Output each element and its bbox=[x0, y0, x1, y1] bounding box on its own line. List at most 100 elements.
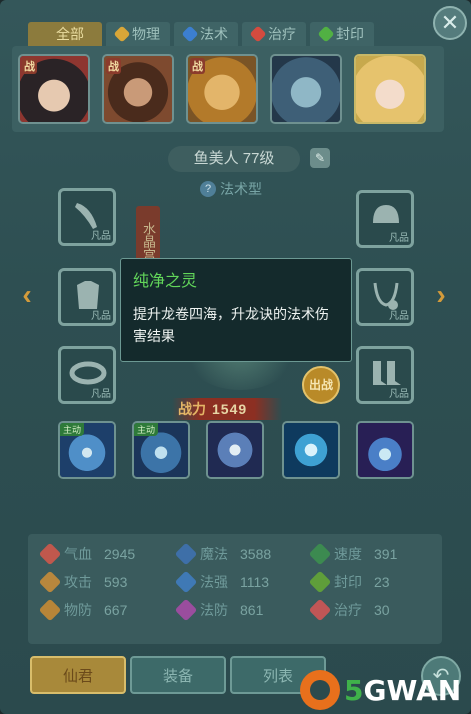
tab-label: 封印 bbox=[336, 26, 364, 42]
skill-slot[interactable]: 主动 bbox=[58, 421, 116, 479]
stat-label: 魔法 bbox=[200, 546, 228, 562]
seal-icon bbox=[308, 570, 332, 594]
skill-slot[interactable]: 主动 bbox=[132, 421, 190, 479]
pet-card[interactable]: 战 bbox=[186, 54, 258, 124]
equip-grade: 凡品 bbox=[389, 389, 409, 400]
stat-mp: 魔法 3588 bbox=[174, 542, 271, 566]
mp-icon bbox=[174, 542, 198, 566]
equip-grade: 凡品 bbox=[91, 311, 111, 322]
stat-label: 治疗 bbox=[334, 602, 362, 618]
water-flame-skill-icon bbox=[358, 423, 412, 477]
tab-physical[interactable]: 物理 bbox=[106, 22, 170, 46]
tab-seal[interactable]: 封印 bbox=[310, 22, 374, 46]
equipment-button[interactable]: 装备 bbox=[130, 656, 226, 694]
pet-type[interactable]: ? 法术型 bbox=[200, 179, 262, 199]
active-skill-tag: 主动 bbox=[134, 423, 159, 436]
stat-value: 30 bbox=[374, 602, 390, 618]
equip-grade: 凡品 bbox=[389, 311, 409, 322]
tab-label: 全部 bbox=[56, 26, 84, 42]
pet-card[interactable] bbox=[270, 54, 342, 124]
heal-icon bbox=[249, 25, 267, 43]
tab-label: 物理 bbox=[132, 26, 160, 42]
tooltip-description: 提升龙卷四海，升龙诀的法术伤害结果 bbox=[133, 306, 329, 344]
combat-power-label: 战力 bbox=[178, 401, 206, 417]
stat-label: 速度 bbox=[334, 546, 362, 562]
close-icon[interactable]: ✕ bbox=[433, 6, 467, 40]
equip-slot-boots[interactable]: 凡品 bbox=[356, 346, 414, 404]
active-skill-tag: 主动 bbox=[60, 423, 85, 436]
water-drop-skill-icon bbox=[284, 423, 338, 477]
stat-seal: 封印 23 bbox=[308, 570, 390, 594]
pet-level: 77级 bbox=[242, 150, 275, 167]
pet-card[interactable]: 战 bbox=[18, 54, 90, 124]
tab-magic[interactable]: 法术 bbox=[174, 22, 238, 46]
equip-slot-belt[interactable]: 凡品 bbox=[58, 346, 116, 404]
magic-defense-icon bbox=[174, 598, 198, 622]
stat-label: 封印 bbox=[334, 574, 362, 590]
stat-healing: 治疗 30 bbox=[308, 598, 390, 622]
tab-heal[interactable]: 治疗 bbox=[242, 22, 306, 46]
pet-name: 鱼美人 77级 bbox=[168, 146, 300, 172]
pet-filter-tabs: 全部 物理 法术 治疗 封印 bbox=[28, 22, 374, 46]
equip-slot-necklace[interactable]: 凡品 bbox=[356, 268, 414, 326]
stat-value: 667 bbox=[104, 602, 128, 618]
attack-icon bbox=[38, 570, 62, 594]
stat-value: 391 bbox=[374, 546, 398, 562]
previous-pet-arrow-icon[interactable]: ‹ bbox=[14, 280, 40, 310]
stat-label: 法强 bbox=[200, 574, 228, 590]
immortal-lord-button[interactable]: 仙君 bbox=[30, 656, 126, 694]
combat-power-value: 1549 bbox=[212, 401, 248, 417]
stat-label: 气血 bbox=[64, 546, 92, 562]
stat-value: 861 bbox=[240, 602, 264, 618]
stat-value: 593 bbox=[104, 574, 128, 590]
combat-power: 战力 1549 bbox=[172, 398, 282, 420]
pet-panel: ✕ 全部 物理 法术 治疗 封印 战 战 战 鱼美人 77级 ✎ ? 法术型 水… bbox=[0, 0, 471, 714]
equip-slot-helmet[interactable]: 凡品 bbox=[356, 190, 414, 248]
stat-spell-power: 法强 1113 bbox=[174, 570, 270, 594]
tab-label: 法术 bbox=[200, 26, 228, 42]
stat-label: 物防 bbox=[64, 602, 92, 618]
spell-power-icon bbox=[174, 570, 198, 594]
equip-slot-armor[interactable]: 凡品 bbox=[58, 268, 116, 326]
pet-list: 战 战 战 bbox=[12, 46, 444, 132]
equip-grade: 凡品 bbox=[91, 389, 111, 400]
battle-badge: 战 bbox=[190, 58, 205, 74]
watermark-logo-icon bbox=[300, 670, 340, 710]
magic-icon bbox=[181, 25, 199, 43]
tab-all[interactable]: 全部 bbox=[28, 22, 102, 46]
site-watermark: 5GWAN bbox=[300, 670, 470, 710]
pet-name-text: 鱼美人 bbox=[193, 150, 239, 167]
skill-slot[interactable] bbox=[356, 421, 414, 479]
battle-badge: 战 bbox=[22, 58, 37, 74]
stat-value: 1113 bbox=[240, 574, 270, 590]
equip-grade: 凡品 bbox=[389, 233, 409, 244]
pet-card-selected[interactable] bbox=[354, 54, 426, 124]
help-icon: ? bbox=[200, 181, 216, 197]
stat-label: 法防 bbox=[200, 602, 228, 618]
spirit-skill-icon bbox=[208, 423, 262, 477]
skill-slot[interactable] bbox=[282, 421, 340, 479]
skill-slot[interactable] bbox=[206, 421, 264, 479]
stat-physical-defense: 物防 667 bbox=[38, 598, 128, 622]
tooltip-title: 纯净之灵 bbox=[133, 273, 198, 290]
seal-icon bbox=[317, 25, 335, 43]
hp-icon bbox=[38, 542, 62, 566]
stat-value: 2945 bbox=[104, 546, 136, 562]
pet-card[interactable]: 战 bbox=[102, 54, 174, 124]
stat-magic-defense: 法防 861 bbox=[174, 598, 264, 622]
physical-icon bbox=[113, 25, 131, 43]
stat-label: 攻击 bbox=[64, 574, 92, 590]
equip-slot-weapon[interactable]: 凡品 bbox=[58, 188, 116, 246]
next-pet-arrow-icon[interactable]: › bbox=[428, 280, 454, 310]
healing-icon bbox=[308, 598, 332, 622]
skill-tooltip: 纯净之灵 提升龙卷四海，升龙诀的法术伤害结果 bbox=[120, 258, 352, 362]
pet-type-label: 法术型 bbox=[220, 181, 262, 197]
battle-button[interactable]: 出战 bbox=[302, 366, 340, 404]
blue-beast-portrait bbox=[272, 56, 340, 122]
speed-icon bbox=[308, 542, 332, 566]
tab-label: 治疗 bbox=[268, 26, 296, 42]
stat-hp: 气血 2945 bbox=[38, 542, 136, 566]
watermark-text: 5GWAN bbox=[344, 673, 462, 707]
edit-name-icon[interactable]: ✎ bbox=[310, 148, 330, 168]
physical-defense-icon bbox=[38, 598, 62, 622]
